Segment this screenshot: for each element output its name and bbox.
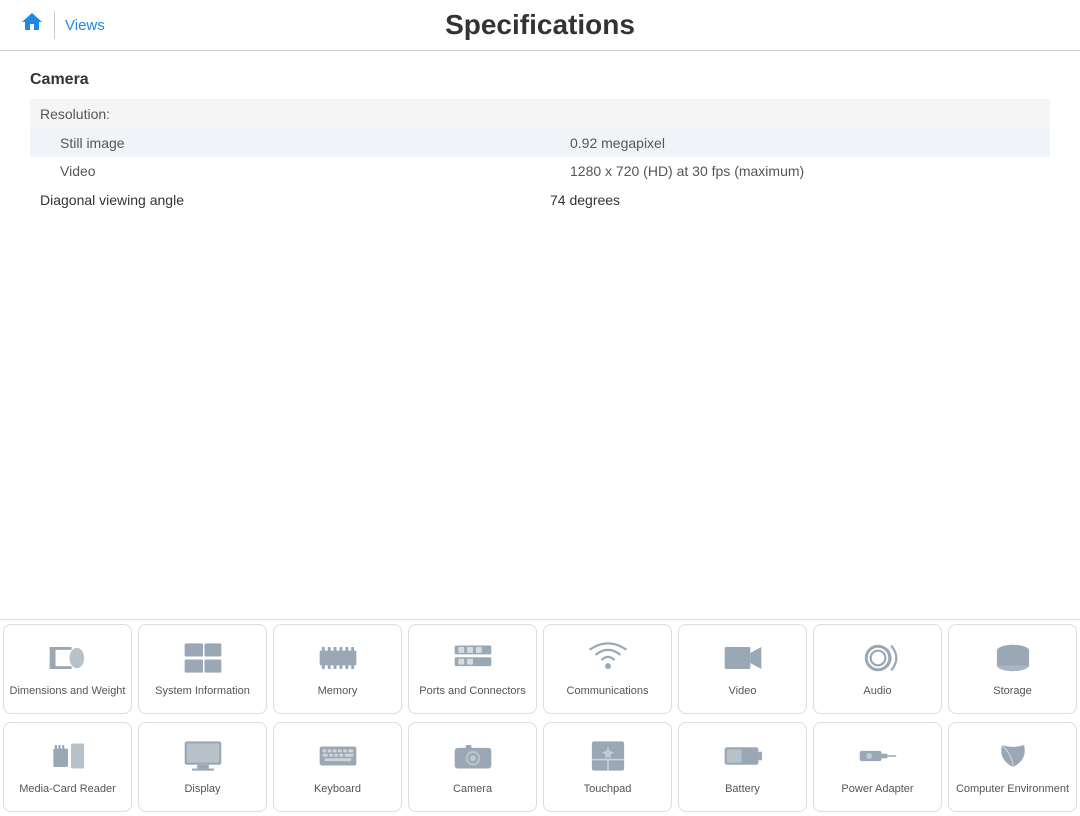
nav-item-memory[interactable]: Memory [273,624,402,714]
nav-item-keyboard[interactable]: Keyboard [273,722,402,812]
nav-item-power-adapter[interactable]: Power Adapter [813,722,942,812]
communications-label: Communications [567,684,649,698]
display-label: Display [184,782,220,796]
table-row: Video1280 x 720 (HD) at 30 fps (maximum) [30,157,1050,185]
main-content: Camera Resolution:Still image0.92 megapi… [0,51,1080,592]
media-card-reader-icon [46,737,90,782]
header-divider [54,11,55,39]
nav-row-1: Dimensions and Weight System Information M… [0,620,1080,718]
ports-connectors-label: Ports and Connectors [419,684,525,698]
nav-item-communications[interactable]: Communications [543,624,672,714]
touchpad-label: Touchpad [584,782,632,796]
page-title: Specifications [445,9,635,41]
section-title-camera: Camera [30,71,1050,89]
nav-item-display[interactable]: Display [138,722,267,812]
power-adapter-icon [856,737,900,782]
nav-item-video[interactable]: Video [678,624,807,714]
nav-item-computer-environment[interactable]: Computer Environment [948,722,1077,812]
display-icon [181,737,225,782]
system-information-icon [181,639,225,684]
video-icon [721,639,765,684]
computer-environment-label: Computer Environment [956,782,1069,796]
views-link[interactable]: Views [65,17,105,34]
computer-environment-icon [991,737,1035,782]
nav-item-media-card-reader[interactable]: Media-Card Reader [3,722,132,812]
camera-icon [451,737,495,782]
video-label: Video [729,684,757,698]
power-adapter-label: Power Adapter [841,782,913,796]
table-row: Diagonal viewing angle74 degrees [30,185,1050,215]
app-header: Views Specifications [0,0,1080,51]
storage-label: Storage [993,684,1032,698]
table-row: Resolution: [30,99,1050,129]
table-row: Still image0.92 megapixel [30,129,1050,157]
camera-label: Camera [453,782,492,796]
nav-item-audio[interactable]: Audio [813,624,942,714]
nav-item-dimensions-weight[interactable]: Dimensions and Weight [3,624,132,714]
system-information-label: System Information [155,684,250,698]
audio-icon [856,639,900,684]
memory-icon [316,639,360,684]
nav-item-camera[interactable]: Camera [408,722,537,812]
spec-table: Resolution:Still image0.92 megapixelVide… [30,99,1050,215]
ports-connectors-icon [451,639,495,684]
memory-label: Memory [318,684,358,698]
nav-item-ports-connectors[interactable]: Ports and Connectors [408,624,537,714]
nav-item-battery[interactable]: Battery [678,722,807,812]
nav-item-system-information[interactable]: System Information [138,624,267,714]
nav-item-touchpad[interactable]: Touchpad [543,722,672,812]
dimensions-weight-label: Dimensions and Weight [10,684,126,698]
dimensions-weight-icon [46,639,90,684]
nav-item-storage[interactable]: Storage [948,624,1077,714]
audio-label: Audio [863,684,891,698]
media-card-reader-label: Media-Card Reader [19,782,116,796]
battery-icon [721,737,765,782]
home-icon[interactable] [20,10,44,40]
battery-label: Battery [725,782,760,796]
communications-icon [586,639,630,684]
keyboard-label: Keyboard [314,782,361,796]
bottom-navigation: Dimensions and Weight System Information M… [0,619,1080,816]
nav-row-2: Media-Card Reader Display Keyboard Camera To… [0,718,1080,816]
touchpad-icon [586,737,630,782]
keyboard-icon [316,737,360,782]
storage-icon [991,639,1035,684]
